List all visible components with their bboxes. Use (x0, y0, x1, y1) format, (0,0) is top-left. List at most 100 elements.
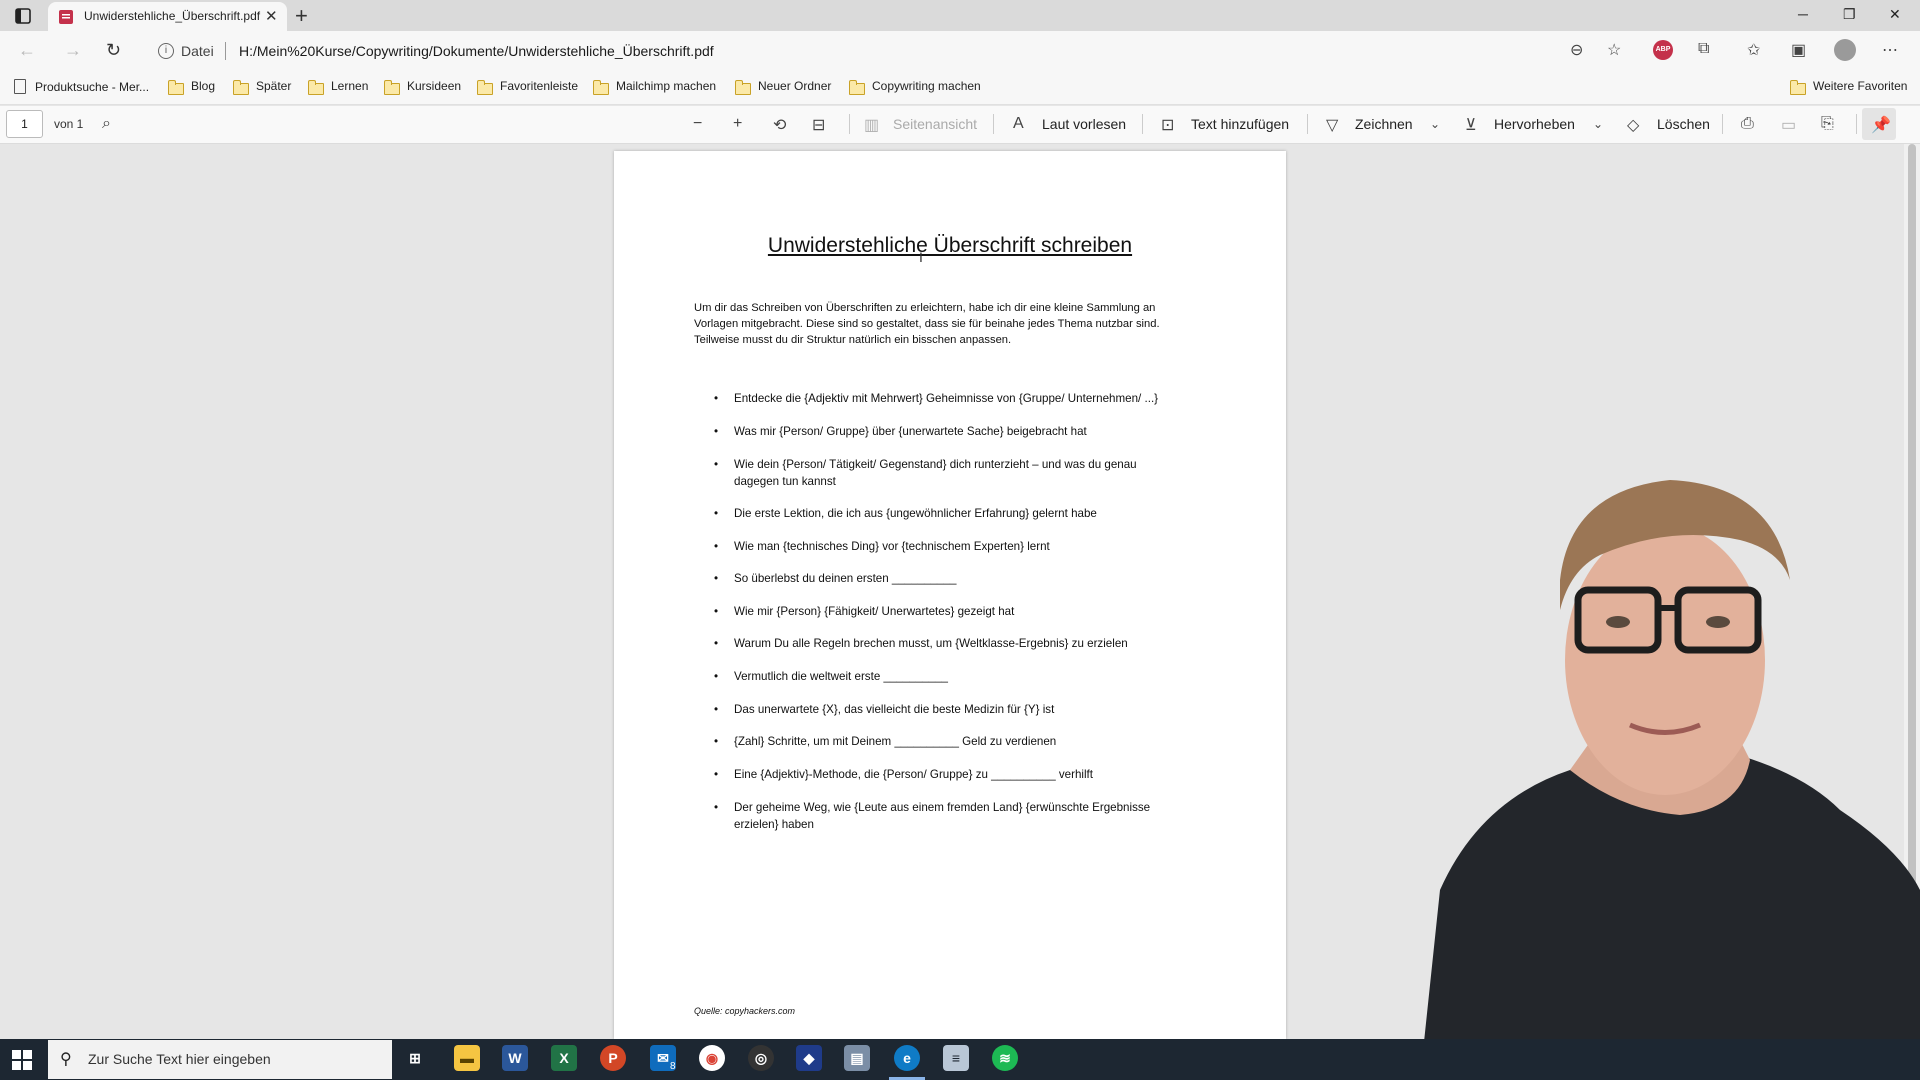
page-count-label: von 1 (54, 117, 84, 131)
erase-button[interactable]: Löschen (1657, 116, 1710, 132)
favorites-icon[interactable]: ✩ (1747, 40, 1760, 60)
folder-icon (307, 80, 324, 95)
zoom-out-icon[interactable]: − (693, 115, 702, 133)
chevron-down-icon[interactable]: ⌄ (1593, 117, 1603, 131)
toolbar-separator (1142, 114, 1143, 134)
toolbar-separator (849, 114, 850, 134)
tab-title: Unwiderstehliche_Überschrift.pdf (84, 9, 261, 23)
favorite-item-copywriting[interactable]: Copywriting machen (848, 79, 981, 97)
highlight-button[interactable]: Hervorheben (1494, 116, 1575, 132)
list-item: Das unerwartete {X}, das vielleicht die … (714, 702, 1054, 719)
folder-icon (232, 80, 249, 95)
document-intro: Um dir das Schreiben von Überschriften z… (694, 302, 1160, 346)
folder-icon (383, 80, 400, 95)
page-view-button: Seitenansicht (893, 116, 978, 132)
pdf-toolbar: 1 von 1 ⌕ − + ⟲ ⊟ ▥ Seitenansicht A Laut… (0, 106, 1920, 144)
toolbar-separator (1856, 114, 1857, 134)
restore-icon[interactable]: ❐ (1843, 6, 1856, 23)
list-item: Entdecke die {Adjektiv mit Mehrwert} Geh… (714, 391, 1158, 408)
pdf-page: Unwiderstehliche Überschrift schreiben U… (614, 151, 1286, 1039)
list-item: Wie mir {Person} {Fähigkeit/ Unerwartete… (714, 604, 1014, 621)
list-item: Eine {Adjektiv}-Methode, die {Person/ Gr… (714, 767, 1093, 784)
forward-icon[interactable]: → (64, 40, 82, 61)
page-icon (14, 79, 26, 94)
favorite-item-produktsuche[interactable]: Produktsuche - Mer... (14, 79, 149, 97)
file-explorer-icon[interactable]: ▬ (454, 1045, 480, 1071)
app-icon[interactable]: ◆ (796, 1045, 822, 1071)
list-item: {Zahl} Schritte, um mit Deinem _________… (714, 734, 1056, 751)
eraser-icon[interactable]: ◇ (1627, 115, 1639, 135)
profile-avatar[interactable] (1834, 39, 1856, 61)
favorite-item-lernen[interactable]: Lernen (307, 79, 368, 97)
back-icon[interactable]: ← (18, 40, 36, 61)
read-aloud-button[interactable]: Laut vorlesen (1042, 116, 1126, 132)
toolbar-separator (993, 114, 994, 134)
add-favorite-icon[interactable]: ☆ (1607, 40, 1621, 60)
list-item: Warum Du alle Regeln brechen musst, um {… (714, 636, 1128, 653)
fit-page-icon[interactable]: ⊟ (812, 115, 825, 135)
favorite-item-mailchimp[interactable]: Mailchimp machen (592, 79, 716, 97)
windows-start-icon[interactable] (12, 1050, 32, 1070)
reload-icon[interactable]: ↻ (106, 40, 121, 61)
draw-icon[interactable]: ▽ (1326, 115, 1338, 135)
list-item: Vermutlich die weltweit erste __________ (714, 669, 948, 686)
source-citation: Quelle: copyhackers.com (694, 1006, 796, 1016)
window-app-icon[interactable]: ▤ (844, 1045, 870, 1071)
task-view-icon[interactable]: ⊞ (402, 1045, 428, 1071)
favorite-item-favoritenleiste[interactable]: Favoritenleiste (476, 79, 578, 97)
favorite-item-spaeter[interactable]: Später (232, 79, 291, 97)
url-input[interactable]: H:/Mein%20Kurse/Copywriting/Dokumente/Un… (239, 43, 714, 59)
zoom-out-icon[interactable]: ⊖ (1570, 40, 1583, 60)
chrome-icon[interactable]: ◉ (699, 1045, 725, 1071)
zoom-in-icon[interactable]: + (733, 115, 742, 133)
print-icon[interactable]: ⎙ (1741, 115, 1754, 133)
more-favorites[interactable]: Weitere Favoriten (1789, 79, 1907, 97)
document-title: Unwiderstehliche Überschrift schreiben (767, 234, 1133, 257)
powerpoint-icon[interactable]: P (600, 1045, 626, 1071)
add-text-button[interactable]: Text hinzufügen (1191, 116, 1289, 132)
list-item: Wie dein {Person/ Tätigkeit/ Gegenstand}… (714, 457, 1137, 490)
browser-tab[interactable]: Unwiderstehliche_Überschrift.pdf ✕ (48, 2, 287, 31)
mail-badge: 8 (670, 1061, 676, 1072)
favorite-item-neuer-ordner[interactable]: Neuer Ordner (734, 79, 831, 97)
pin-icon[interactable]: 📌 (1871, 115, 1891, 135)
favorite-item-blog[interactable]: Blog (167, 79, 215, 97)
folder-icon (734, 80, 751, 95)
info-icon[interactable]: i (158, 43, 174, 59)
excel-icon[interactable]: X (551, 1045, 577, 1071)
taskbar-search-placeholder: Zur Suche Text hier eingeben (88, 1051, 271, 1067)
chevron-down-icon[interactable]: ⌄ (1430, 117, 1440, 131)
page-view-icon: ▥ (864, 117, 880, 134)
read-aloud-icon[interactable]: A (1013, 115, 1024, 133)
search-icon[interactable]: ⌕ (102, 115, 111, 133)
taskbar-search[interactable]: ⚲ Zur Suche Text hier eingeben (48, 1040, 392, 1079)
obs-icon[interactable]: ◎ (748, 1045, 774, 1071)
text-cursor-icon: I (919, 249, 923, 265)
new-tab-icon[interactable]: + (295, 3, 308, 29)
add-text-icon[interactable]: ⊡ (1161, 115, 1174, 135)
highlight-icon[interactable]: ⊻ (1465, 115, 1477, 135)
tab-actions-icon[interactable] (11, 6, 35, 26)
save-icon: ▭ (1781, 117, 1797, 134)
more-menu-icon[interactable]: ⋯ (1882, 40, 1898, 60)
minimize-icon[interactable]: ─ (1798, 6, 1808, 22)
draw-button[interactable]: Zeichnen (1355, 116, 1413, 132)
extensions-icon[interactable]: ⧉ (1698, 40, 1709, 58)
tab-close-icon[interactable]: ✕ (265, 7, 278, 25)
close-window-icon[interactable]: ✕ (1889, 6, 1901, 23)
favorite-item-kursideen[interactable]: Kursideen (383, 79, 461, 97)
tab-bar: Unwiderstehliche_Überschrift.pdf ✕ + ─ ❐… (0, 0, 1920, 31)
notepad-icon[interactable]: ≡ (943, 1045, 969, 1071)
save-as-icon[interactable]: ⎘ (1821, 115, 1834, 133)
pdf-file-icon (59, 10, 73, 24)
spotify-icon[interactable]: ≋ (992, 1045, 1018, 1071)
rotate-icon[interactable]: ⟲ (773, 115, 786, 135)
edge-icon[interactable]: e (894, 1045, 920, 1071)
adblock-icon[interactable]: ABP (1653, 40, 1673, 60)
folder-icon (476, 80, 493, 95)
collections-icon[interactable]: ▣ (1791, 40, 1806, 60)
word-icon[interactable]: W (502, 1045, 528, 1071)
favorites-bar: Produktsuche - Mer... Blog Später Lernen… (0, 71, 1920, 105)
page-number-input[interactable]: 1 (6, 110, 43, 138)
folder-icon (848, 80, 865, 95)
